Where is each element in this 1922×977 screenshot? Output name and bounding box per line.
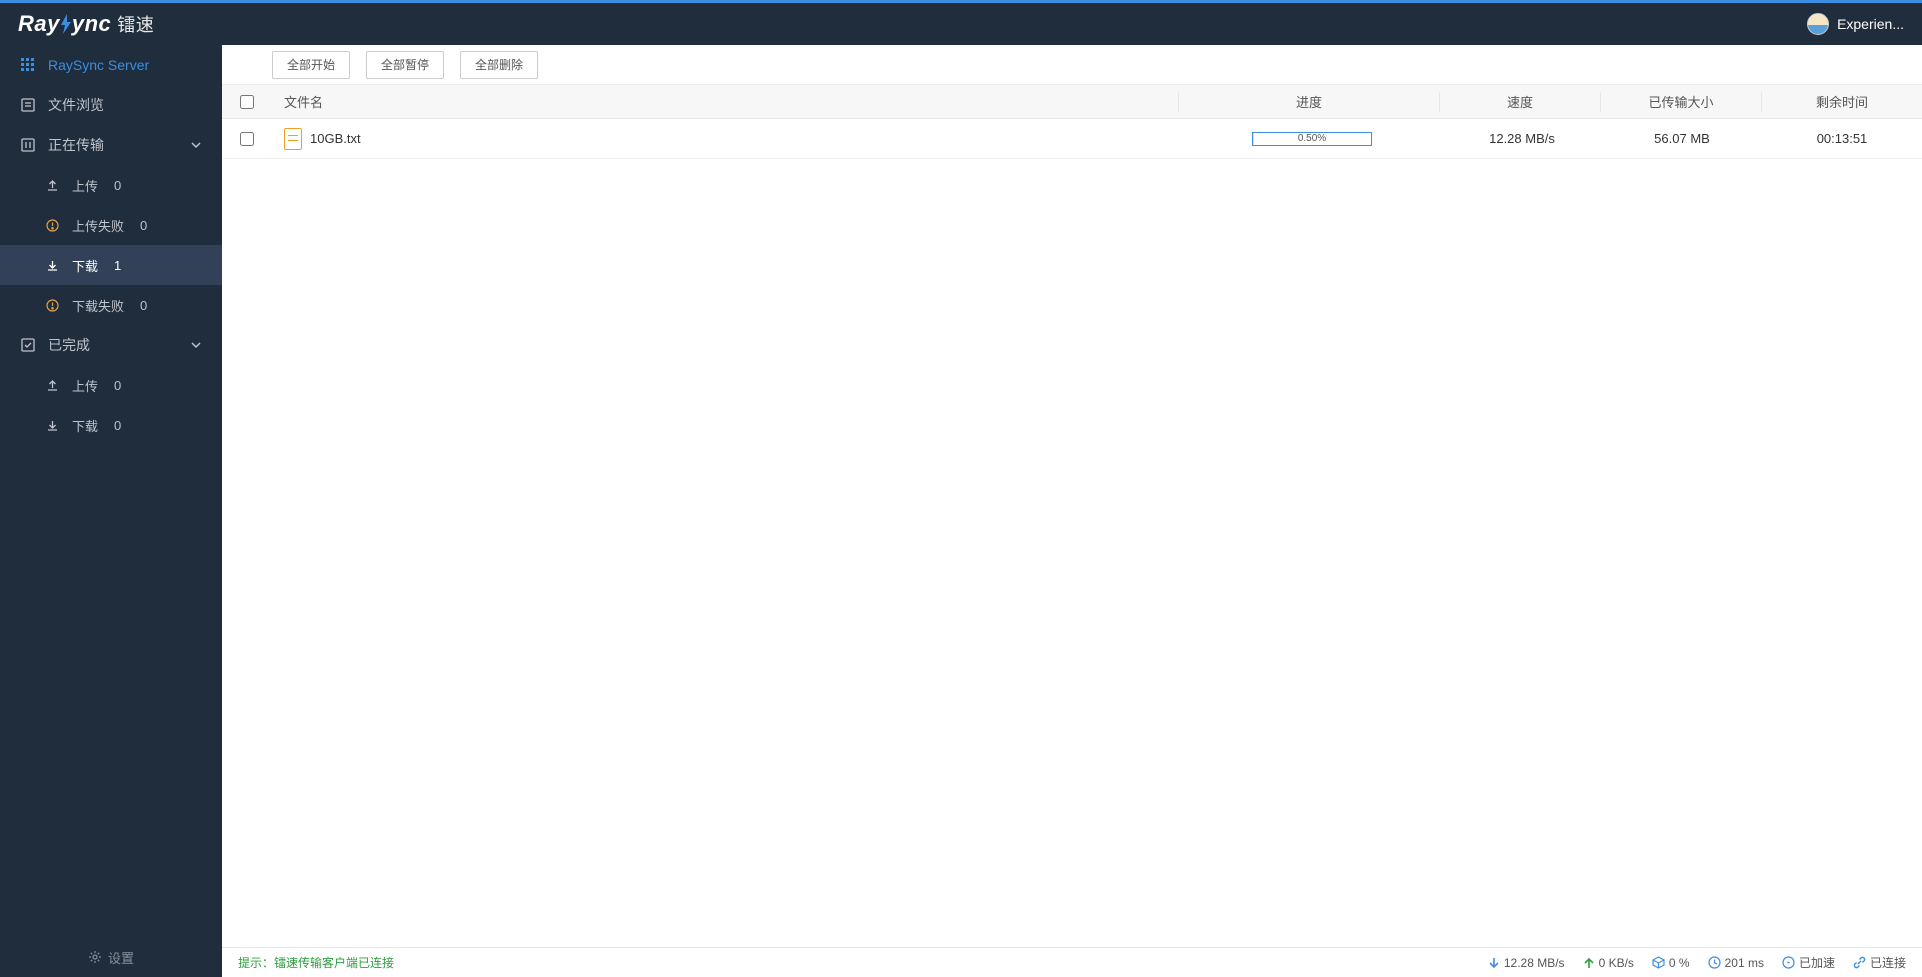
select-all-checkbox[interactable] [240, 95, 254, 109]
stat-accel: 已加速 [1782, 954, 1835, 971]
cube-icon [1652, 956, 1665, 969]
sidebar-sub-download[interactable]: 下载 1 [0, 245, 222, 285]
sidebar-sub-upload-fail[interactable]: 上传失败 0 [0, 205, 222, 245]
latency-text: 201 ms [1725, 956, 1764, 970]
cell-time: 00:13:51 [1762, 131, 1922, 146]
stat-latency: 201 ms [1708, 956, 1764, 970]
cell-size: 56.07 MB [1602, 131, 1762, 146]
done-icon [20, 338, 36, 352]
count-badge: 0 [114, 418, 121, 433]
down-speed: 12.28 MB/s [1504, 956, 1565, 970]
upload-icon [44, 179, 60, 192]
warning-icon [44, 299, 60, 312]
header-progress: 进度 [1179, 92, 1439, 111]
progress-text: 0.50% [1253, 133, 1371, 145]
count-badge: 0 [114, 178, 121, 193]
sidebar: RaySync Server 文件浏览 正在传输 [0, 45, 222, 977]
upload-icon [44, 379, 60, 392]
header-speed: 速度 [1440, 92, 1600, 111]
settings-label: 设置 [108, 948, 134, 967]
server-grid-icon [20, 58, 36, 72]
user-menu[interactable]: Experien... [1807, 13, 1904, 35]
arrow-up-icon [1583, 957, 1595, 969]
stat-down: 12.28 MB/s [1488, 956, 1565, 970]
download-icon [44, 259, 60, 272]
hint-text: 镭速传输客户端已连接 [274, 956, 394, 970]
sidebar-label-browse: 文件浏览 [48, 95, 104, 115]
sidebar-sub-label: 上传 [72, 376, 98, 395]
header-size: 已传输大小 [1601, 92, 1761, 111]
logo-cn: 镭速 [117, 11, 154, 37]
sidebar-settings[interactable]: 设置 [0, 937, 222, 977]
sidebar-label-transferring: 正在传输 [48, 135, 104, 155]
table-body: 10GB.txt 0.50% 12.28 MB/s 56.07 MB 00:13… [222, 119, 1922, 159]
warning-icon [44, 219, 60, 232]
sidebar-item-server[interactable]: RaySync Server [0, 45, 222, 85]
sidebar-sub-label: 上传失败 [72, 216, 124, 235]
clock-icon [1708, 956, 1721, 969]
stat-conn: 已连接 [1853, 954, 1906, 971]
file-icon [284, 128, 302, 150]
toolbar: 全部开始 全部暂停 全部删除 [222, 45, 1922, 85]
count-badge: 0 [140, 298, 147, 313]
main-panel: 全部开始 全部暂停 全部删除 文件名 进度 速度 已传输大小 剩余时间 [222, 45, 1922, 977]
count-badge: 0 [114, 378, 121, 393]
delete-all-button[interactable]: 全部删除 [460, 51, 538, 79]
transfer-icon [20, 138, 36, 152]
start-all-button[interactable]: 全部开始 [272, 51, 350, 79]
file-name: 10GB.txt [310, 131, 361, 146]
count-badge: 0 [140, 218, 147, 233]
sidebar-sub-done-download[interactable]: 下载 0 [0, 405, 222, 445]
sidebar-sub-upload[interactable]: 上传 0 [0, 165, 222, 205]
table-row[interactable]: 10GB.txt 0.50% 12.28 MB/s 56.07 MB 00:13… [222, 119, 1922, 159]
header-time: 剩余时间 [1762, 92, 1922, 111]
pause-all-button[interactable]: 全部暂停 [366, 51, 444, 79]
link-icon [1853, 956, 1866, 969]
up-speed: 0 KB/s [1599, 956, 1634, 970]
stat-loss: 0 % [1652, 956, 1690, 970]
sidebar-item-done[interactable]: 已完成 [0, 325, 222, 365]
row-checkbox[interactable] [240, 132, 254, 146]
logo-part2: ync [72, 11, 111, 37]
arrow-down-icon [1488, 957, 1500, 969]
sidebar-sub-label: 下载 [72, 416, 98, 435]
download-icon [44, 419, 60, 432]
loss-text: 0 % [1669, 956, 1690, 970]
count-badge: 1 [114, 258, 121, 273]
sidebar-label-done: 已完成 [48, 335, 90, 355]
gear-icon [88, 950, 102, 964]
app-logo: Ray ync 镭速 [18, 11, 154, 37]
status-hint: 提示：镭速传输客户端已连接 [238, 954, 394, 971]
header-name: 文件名 [272, 92, 1178, 111]
chevron-down-icon [190, 139, 202, 151]
sidebar-label-server: RaySync Server [48, 57, 149, 73]
sidebar-sub-label: 上传 [72, 176, 98, 195]
sidebar-item-transferring[interactable]: 正在传输 [0, 125, 222, 165]
sidebar-sub-done-upload[interactable]: 上传 0 [0, 365, 222, 405]
sidebar-item-browse[interactable]: 文件浏览 [0, 85, 222, 125]
accel-text: 已加速 [1799, 954, 1835, 971]
progress-bar: 0.50% [1252, 132, 1372, 146]
chevron-down-icon [190, 339, 202, 351]
table-header: 文件名 进度 速度 已传输大小 剩余时间 [222, 85, 1922, 119]
bolt-circle-icon [1782, 956, 1795, 969]
sidebar-sub-label: 下载 [72, 256, 98, 275]
statusbar: 提示：镭速传输客户端已连接 12.28 MB/s 0 KB/s [222, 947, 1922, 977]
logo-text: Ray ync 镭速 [18, 11, 154, 37]
user-name: Experien... [1837, 16, 1904, 32]
sidebar-sub-label: 下载失败 [72, 296, 124, 315]
hint-label: 提示： [238, 956, 274, 970]
browse-icon [20, 98, 36, 112]
stat-up: 0 KB/s [1583, 956, 1634, 970]
logo-part1: Ray [18, 11, 60, 37]
cell-speed: 12.28 MB/s [1442, 131, 1602, 146]
empty-space [222, 159, 1922, 947]
sidebar-sub-download-fail[interactable]: 下载失败 0 [0, 285, 222, 325]
header: Ray ync 镭速 Experien... [0, 3, 1922, 45]
conn-text: 已连接 [1870, 954, 1906, 971]
avatar-icon [1807, 13, 1829, 35]
